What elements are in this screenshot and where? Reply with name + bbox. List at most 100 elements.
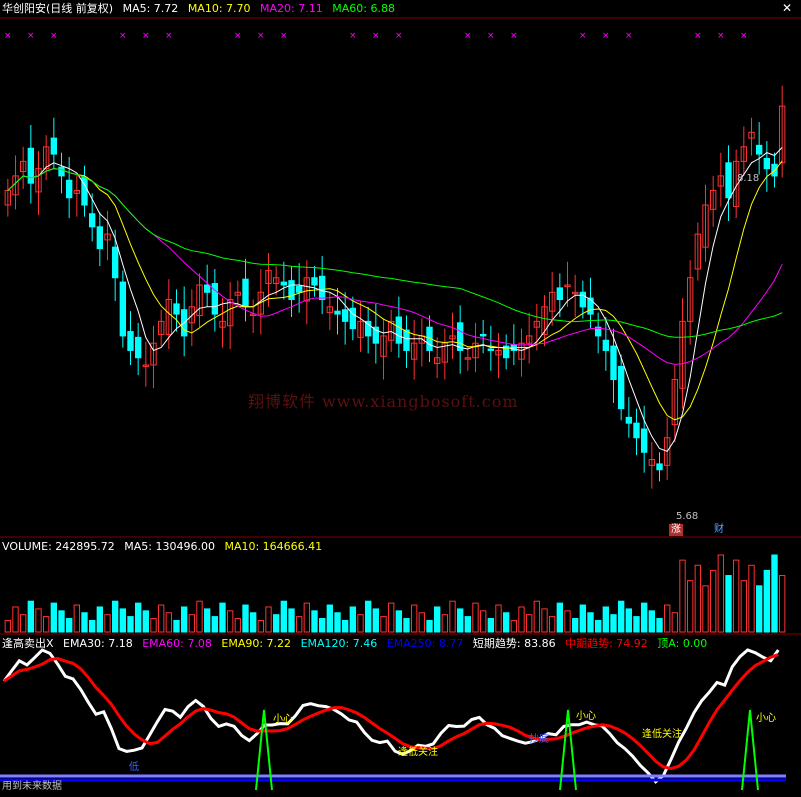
- signal-x-marker: ×: [625, 31, 633, 41]
- candle-body: [755, 144, 763, 155]
- candle-body: [334, 310, 341, 315]
- signal-x-marker: ×: [487, 31, 495, 41]
- volume-bar: [42, 616, 50, 633]
- candle-body: [610, 345, 617, 381]
- volume-bar: [35, 608, 42, 633]
- ma60-value: MA60: 6.88: [332, 2, 395, 15]
- short-trend-value: 短期趋势: 83.86: [472, 637, 556, 650]
- candle-body: [280, 281, 288, 286]
- price-high-label: 8.18: [737, 173, 760, 184]
- candle-body: [173, 303, 180, 315]
- candle-body: [295, 285, 303, 293]
- volume-bar: [272, 614, 280, 633]
- volume-bar: [709, 569, 717, 633]
- volume-bar: [403, 618, 410, 633]
- footer-note: 用到未来数据: [2, 781, 62, 792]
- ema90-value: EMA90: 7.22: [221, 637, 292, 650]
- top-signal-spike: [255, 709, 273, 791]
- volume-bar: [556, 602, 564, 633]
- volume-bar: [778, 575, 786, 633]
- watermark: 翔博软件 www.xiangbosoft.com: [248, 392, 519, 411]
- volume-bar: [395, 610, 403, 633]
- candle-body: [763, 157, 771, 170]
- volume-bar: [502, 612, 510, 633]
- volume-bar: [633, 616, 640, 633]
- volume-bar: [165, 612, 173, 633]
- candle-body: [65, 179, 73, 199]
- volume-bar: [265, 606, 272, 633]
- volume-bar: [533, 600, 541, 633]
- candle-body: [725, 162, 732, 199]
- volume-bar: [625, 608, 633, 633]
- signal-di: 低: [129, 762, 139, 773]
- volume-bar: [510, 619, 518, 633]
- volume-bar: [410, 604, 418, 633]
- ma10-value: MA10: 7.70: [187, 2, 251, 15]
- stock-chart[interactable]: × × × × × × × × × × × × × × × × × × × × × 华创阳安(日线 前复权) MA5: …: [0, 0, 801, 797]
- signal-x-marker: ×: [4, 31, 12, 41]
- signal-x-marker: ×: [510, 31, 518, 41]
- signal-x-marker: ×: [234, 31, 242, 41]
- volume-bar: [119, 608, 127, 633]
- volume-bar: [594, 619, 602, 633]
- volume-bar: [372, 608, 380, 633]
- signal-xiaoxin-1: 小心: [273, 714, 293, 725]
- volume-legend: VOLUME: 242895.72 MA5: 130496.00 MA10: 1…: [2, 540, 328, 553]
- volume-bar: [387, 602, 395, 633]
- cai-tag[interactable]: 财: [712, 524, 726, 536]
- volume-bar: [303, 602, 311, 633]
- signal-x-marker: ×: [694, 31, 702, 41]
- candle-body: [58, 166, 65, 177]
- volume-ma5: MA5: 130496.00: [124, 540, 215, 553]
- volume-bar: [456, 608, 464, 633]
- candle-body: [127, 331, 134, 351]
- candle-body: [311, 277, 318, 286]
- candle-body: [364, 320, 372, 337]
- volume-bar: [311, 610, 318, 633]
- volume-bar: [426, 619, 433, 633]
- volume-bar: [732, 559, 740, 633]
- volume-bar: [88, 619, 96, 633]
- candle-body: [203, 284, 211, 293]
- volume-bar: [449, 600, 456, 633]
- volume-bar: [234, 618, 242, 633]
- volume-bar: [219, 602, 226, 633]
- volume-bar: [173, 619, 180, 633]
- candle-body: [656, 463, 663, 471]
- zhang-tag[interactable]: 涨: [669, 524, 683, 536]
- candle-body: [395, 316, 403, 344]
- volume-bar: [380, 616, 387, 633]
- volume-bar: [433, 606, 441, 633]
- volume-bar: [73, 604, 81, 633]
- volume-bar: [357, 614, 364, 633]
- volume-bar: [50, 602, 58, 633]
- volume-bar: [203, 608, 211, 633]
- candle-body: [341, 309, 349, 322]
- volume-bar: [740, 580, 748, 633]
- signal-x-marker: ×: [142, 31, 150, 41]
- candle-body: [602, 339, 610, 351]
- close-icon[interactable]: ✕: [781, 2, 793, 14]
- volume-bar: [602, 606, 610, 633]
- volume-bar: [188, 614, 196, 633]
- candle-body: [587, 297, 594, 315]
- signal-x-marker: ×: [464, 31, 472, 41]
- volume-bar: [571, 618, 579, 633]
- candle-body: [119, 281, 127, 337]
- volume-bar: [579, 604, 587, 633]
- candle-body: [50, 137, 58, 155]
- volume-bar: [479, 610, 487, 633]
- volume-bar: [755, 585, 763, 633]
- candle-body: [134, 336, 142, 359]
- signal-x-marker: ×: [119, 31, 127, 41]
- volume-bar: [763, 569, 771, 633]
- candle-body: [625, 416, 633, 424]
- mid-trend-value: 中期趋势: 74.92: [565, 637, 648, 650]
- volume-bar: [564, 610, 571, 633]
- candle-body: [633, 422, 640, 439]
- candle-body: [242, 278, 249, 308]
- signal-xiaoxin-2: 小心: [576, 711, 596, 722]
- volume-bar: [418, 612, 426, 633]
- volume-bar: [4, 619, 12, 633]
- candle-body: [487, 348, 495, 351]
